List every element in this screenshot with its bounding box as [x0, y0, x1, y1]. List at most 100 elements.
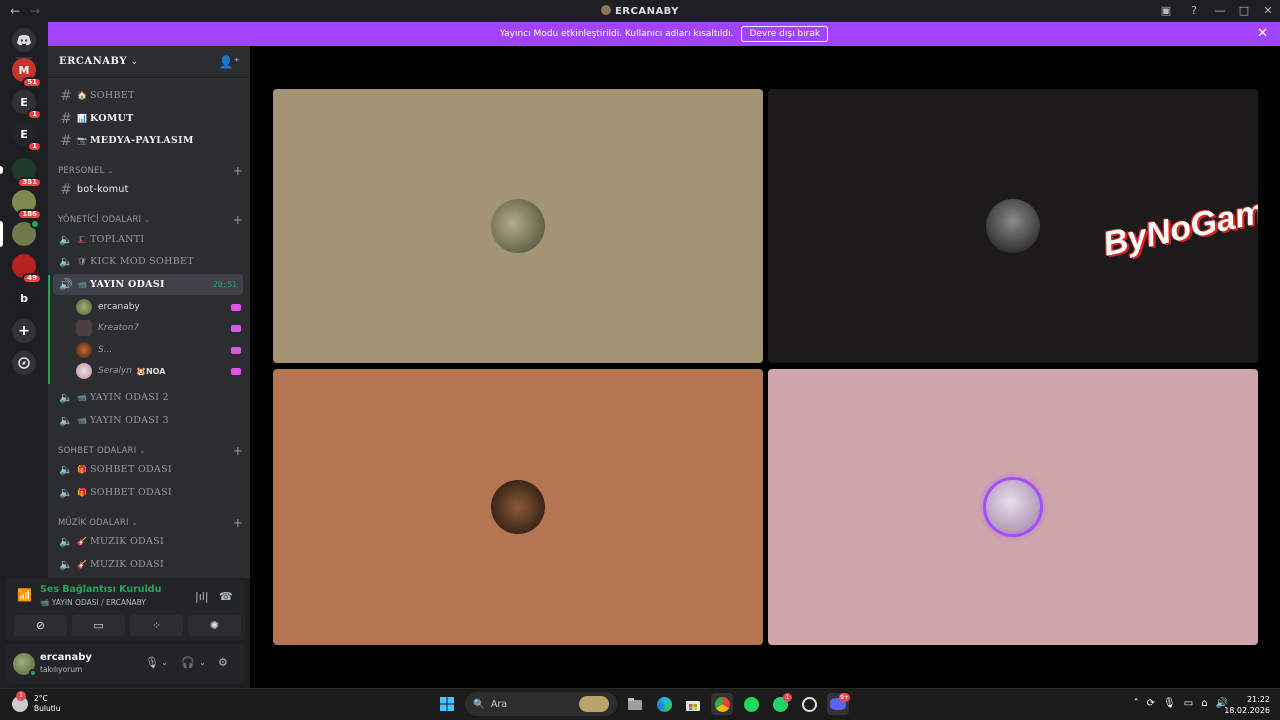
soundboard-button[interactable]: ✺	[188, 615, 241, 636]
voice-channel-yayin-odasi-2[interactable]: 🔈 📹 YAYIN ODASI 2	[53, 387, 243, 408]
activities-button[interactable]: ⁘	[130, 615, 183, 636]
add-channel-icon[interactable]: +	[233, 516, 243, 530]
participant-tile[interactable]	[273, 89, 763, 363]
participant-tile[interactable]	[768, 369, 1258, 645]
taskbar-search[interactable]: 🔍 Ara	[465, 692, 617, 716]
weather-widget[interactable]: 1 2°C Bulutlu	[12, 691, 61, 714]
voice-channel-yayin-odasi-3[interactable]: 🔈 📹 YAYIN ODASI 3	[53, 410, 243, 431]
speaker-icon: 🔈	[59, 535, 73, 548]
taskbar-clock[interactable]: 21:22 18.02.2026	[1224, 694, 1270, 716]
chrome-icon[interactable]	[711, 693, 733, 715]
hash-icon: #	[60, 132, 72, 149]
help-icon[interactable]: ?	[1180, 4, 1208, 17]
hash-icon: #	[60, 87, 72, 104]
server-icon-4[interactable]: 351	[12, 158, 42, 188]
voice-location[interactable]: 📹 YAYIN ODASI / ERCANABY	[40, 598, 146, 607]
voice-channel-muzik-odasi[interactable]: 🔈 🎸 MUZIK ODASI	[53, 554, 243, 575]
category-personel[interactable]: PERSONEL ⌄ +	[58, 164, 243, 178]
chevron-down-icon: ⌄	[139, 447, 146, 455]
server-icon-b[interactable]: b	[12, 286, 36, 310]
live-stream-icon	[231, 303, 241, 311]
voice-channel-sohbet-odasi[interactable]: 🔈 🎁 SOHBET ODASI	[53, 459, 243, 480]
username[interactable]: ercanaby	[40, 652, 92, 663]
participant-tile[interactable]	[273, 369, 763, 645]
server-header[interactable]: ERCANABY ⌄ 👤⁺	[48, 46, 250, 78]
chevron-up-icon[interactable]: ˄	[1134, 698, 1139, 709]
chevron-down-icon[interactable]: ⌄	[161, 658, 168, 667]
live-stream-icon	[231, 346, 241, 354]
app-icon-dots[interactable]	[798, 693, 820, 715]
explore-icon[interactable]	[12, 351, 36, 375]
add-member-icon[interactable]: 👤⁺	[219, 55, 240, 69]
server-icon-5[interactable]: 186	[12, 190, 42, 220]
inbox-icon[interactable]: ▣	[1152, 4, 1180, 17]
microsoft-store-icon[interactable]	[682, 693, 704, 715]
channel-medya-paylasim[interactable]: # 📷 MEDYA-PAYLASIM	[53, 130, 243, 151]
voice-member[interactable]: S...	[76, 340, 241, 360]
temperature: 2°C	[34, 694, 48, 703]
file-explorer-icon[interactable]	[624, 693, 646, 715]
add-server-icon[interactable]: +	[12, 319, 36, 343]
voice-channel-kick-mod-sohbet[interactable]: 🔈 🛡 KICK MOD SOHBET	[53, 251, 243, 272]
channel-bot-komut[interactable]: # bot-komut	[53, 179, 243, 200]
screen-share-button[interactable]: ▭	[72, 615, 125, 636]
channel-sohbet[interactable]: # 🏠 SOHBET	[53, 85, 243, 106]
forward-arrow-icon[interactable]: →	[30, 4, 40, 18]
voice-channel-toplanti[interactable]: 🔈 🎩 TOPLANTI	[53, 229, 243, 250]
server-icon-7[interactable]: 49	[12, 254, 42, 284]
voice-status[interactable]: Ses Bağlantısı Kuruldu	[40, 584, 161, 595]
add-channel-icon[interactable]: +	[233, 444, 243, 458]
voice-channel-yayin-odasi[interactable]: 🔊 📹 YAYIN ODASI 20:51	[53, 274, 243, 295]
close-button[interactable]: ✕	[1256, 4, 1280, 17]
streamer-mode-banner: Yayıncı Modu etkinleştirildi. Kullanıcı …	[48, 22, 1280, 46]
server-icon-e1[interactable]: E1	[12, 90, 42, 120]
mention-badge: 1	[27, 141, 42, 152]
camera-off-button[interactable]: ⊘	[14, 615, 67, 636]
maximize-button[interactable]: □	[1232, 4, 1256, 17]
edge-browser-icon[interactable]	[653, 693, 675, 715]
disconnect-icon[interactable]: ☎	[219, 590, 233, 603]
signal-icon[interactable]: 📶	[17, 588, 32, 602]
sync-icon[interactable]: ⟳	[1147, 698, 1155, 709]
noise-suppression-icon[interactable]: |ıl|	[195, 590, 209, 603]
notification-badge: 9+	[839, 693, 850, 702]
banner-close-icon[interactable]: ✕	[1257, 26, 1268, 41]
settings-gear-icon[interactable]: ⚙	[218, 656, 228, 669]
mention-badge: 351	[17, 177, 42, 188]
display-icon[interactable]: ▭	[1184, 698, 1193, 709]
voice-channel-sohbet-odasi[interactable]: 🔈 🎁 SOHBET ODASI	[53, 482, 243, 503]
voice-channel-muzik-odasi[interactable]: 🔈 🎸 MUZIK ODASI	[53, 531, 243, 552]
headphones-icon[interactable]: 🎧	[181, 656, 195, 669]
channel-komut[interactable]: # 📊 KOMUT	[53, 108, 243, 129]
windows-taskbar: 1 2°C Bulutlu 🔍 Ara 1 9+ ˄ ⟳ 🎙 ▭ ⌂ 🔊 21:2…	[0, 688, 1280, 720]
discord-home-icon[interactable]	[12, 28, 36, 52]
start-button[interactable]	[436, 693, 458, 715]
spotify-icon[interactable]	[740, 693, 762, 715]
add-channel-icon[interactable]: +	[233, 213, 243, 227]
add-channel-icon[interactable]: +	[233, 164, 243, 178]
voice-member[interactable]: Kreaton7	[76, 318, 241, 338]
minimize-button[interactable]: —	[1208, 4, 1232, 17]
server-icon-e2[interactable]: E1	[12, 122, 42, 152]
server-name: ERCANABY	[59, 56, 127, 67]
participant-tile[interactable]: ByNoGam	[768, 89, 1258, 363]
network-icon[interactable]: ⌂	[1201, 698, 1207, 709]
whatsapp-icon[interactable]: 1	[769, 693, 792, 715]
microphone-icon[interactable]: 🎙	[1163, 698, 1176, 709]
server-icon-ercanaby[interactable]	[12, 219, 40, 246]
discord-taskbar-icon[interactable]: 9+	[827, 693, 850, 715]
avatar	[986, 199, 1040, 253]
server-icon-m[interactable]: M 51	[12, 58, 42, 88]
back-arrow-icon[interactable]: ←	[10, 4, 20, 18]
category-sohbet[interactable]: SOHBET ODALARI ⌄ +	[58, 444, 243, 458]
mention-badge: 49	[22, 273, 42, 284]
voice-member[interactable]: ercanaby	[76, 297, 241, 317]
mention-badge: 1	[27, 109, 42, 120]
category-yonetici[interactable]: YÖNETİCİ ODALARI ⌄ +	[58, 213, 243, 227]
voice-member[interactable]: Seralyn 🐹NOA	[76, 361, 241, 381]
category-muzik[interactable]: MÜZİK ODALARI ⌄ +	[58, 516, 243, 530]
user-status[interactable]: takılıyorum	[40, 665, 82, 674]
microphone-icon[interactable]: 🎙	[145, 656, 159, 669]
disable-streamer-mode-button[interactable]: Devre dışı bırak	[741, 26, 829, 42]
chevron-down-icon[interactable]: ⌄	[199, 658, 206, 667]
